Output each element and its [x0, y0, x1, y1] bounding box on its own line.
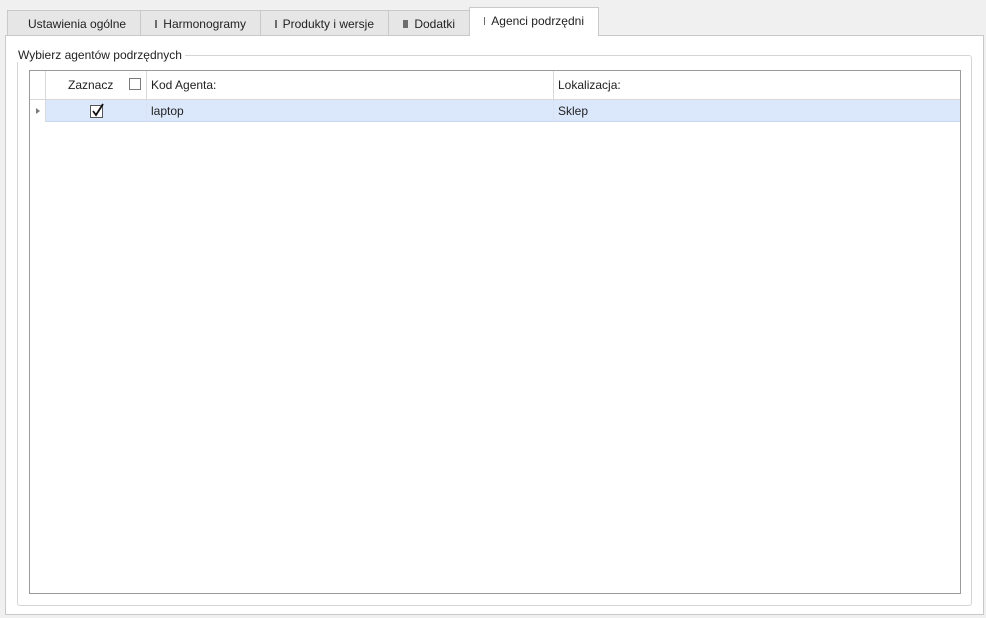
tab-strip: Ustawienia ogólne Harmonogramy Produkty … — [7, 7, 599, 36]
tab-label: Dodatki — [414, 16, 455, 31]
tab-label: Produkty i wersje — [282, 16, 374, 31]
grid-header: Zaznacz Kod Agenta: Lokalizacja: — [30, 71, 960, 100]
square-icon — [275, 19, 277, 28]
tab-label: Agenci podrzędni — [491, 13, 584, 28]
row-check-cell — [46, 100, 147, 122]
row-indicator-cell — [30, 100, 46, 122]
column-header-lokalizacja[interactable]: Lokalizacja: — [554, 71, 960, 99]
tab-ustawienia-ogolne[interactable]: Ustawienia ogólne — [7, 10, 141, 36]
tab-label: Harmonogramy — [163, 16, 246, 31]
tab-dodatki[interactable]: Dodatki — [388, 10, 470, 36]
square-icon — [403, 19, 409, 28]
select-all-checkbox[interactable] — [129, 78, 141, 90]
column-header-zaznacz[interactable]: Zaznacz — [46, 71, 147, 99]
square-icon — [155, 19, 158, 28]
row-arrow-icon — [35, 108, 40, 114]
cell-kod-agenta[interactable]: laptop — [147, 100, 554, 122]
tab-produkty-i-wersje[interactable]: Produkty i wersje — [260, 10, 389, 36]
groupbox-title: Wybierz agentów podrzędnych — [15, 48, 185, 62]
row-checkbox[interactable] — [89, 103, 104, 118]
tab-page-agenci-podrzedni: Wybierz agentów podrzędnych Zaznacz Kod … — [5, 35, 984, 615]
window: Ustawienia ogólne Harmonogramy Produkty … — [0, 0, 986, 618]
tab-agenci-podrzedni[interactable]: Agenci podrzędni — [469, 7, 599, 36]
checkmark-icon — [91, 103, 104, 117]
tab-label: Ustawienia ogólne — [28, 16, 127, 31]
column-header-kod-agenta[interactable]: Kod Agenta: — [147, 71, 554, 99]
row-header-column — [30, 71, 46, 99]
cell-lokalizacja[interactable]: Sklep — [554, 100, 960, 122]
square-icon — [484, 16, 486, 25]
table-row[interactable]: laptop Sklep — [30, 100, 960, 122]
column-label-zaznacz: Zaznacz — [68, 78, 114, 92]
tab-harmonogramy[interactable]: Harmonogramy — [140, 10, 261, 36]
agents-grid[interactable]: Zaznacz Kod Agenta: Lokalizacja: laptop … — [29, 70, 961, 594]
